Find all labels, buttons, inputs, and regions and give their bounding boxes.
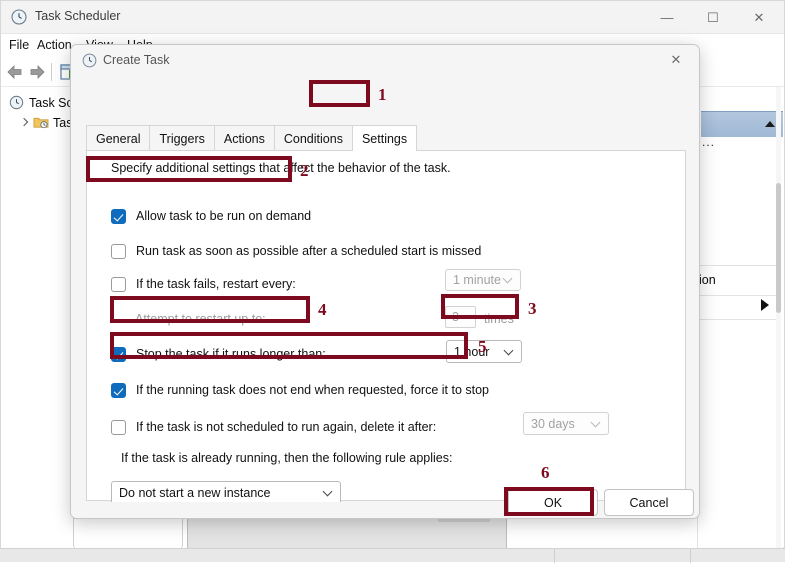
actions-panel-ellipsis: ... [702, 135, 716, 149]
settings-description: Specify additional settings that affect … [111, 161, 451, 175]
force-stop-label: If the running task does not end when re… [136, 383, 490, 397]
delete-after-label: If the task is not scheduled to run agai… [136, 420, 437, 434]
allow-on-demand-row[interactable]: Allow task to be run on demand [111, 207, 311, 225]
caret-right-icon[interactable] [761, 299, 769, 311]
clock-icon [9, 95, 24, 110]
force-stop-row[interactable]: If the running task does not end when re… [111, 381, 489, 399]
restart-on-failure-label: If the task fails, restart every: [136, 277, 296, 291]
chevron-down-icon [324, 488, 331, 495]
clock-icon [82, 53, 97, 68]
chevron-down-icon [504, 275, 511, 282]
restart-interval-value: 1 minute [453, 273, 501, 287]
settings-tab-page: Specify additional settings that affect … [86, 151, 686, 505]
cancel-button[interactable]: Cancel [604, 489, 694, 516]
restart-interval-combo[interactable]: 1 minute [445, 269, 521, 291]
stop-task-longer-than-row[interactable]: Stop the task if it runs longer than: [111, 345, 326, 363]
menu-item-file[interactable]: File [9, 38, 29, 52]
forward-arrow-icon[interactable] [27, 62, 47, 82]
force-stop-checkbox[interactable] [111, 382, 126, 398]
stop-task-longer-than-checkbox[interactable] [111, 346, 126, 362]
times-label: times [484, 312, 514, 326]
delete-after-checkbox[interactable] [111, 419, 126, 435]
chevron-right-icon[interactable] [19, 118, 29, 128]
actions-panel-header[interactable] [701, 111, 783, 137]
close-icon: ✕ [670, 52, 682, 67]
dialog-close-button[interactable]: ✕ [655, 45, 697, 75]
run-asap-row[interactable]: Run task as soon as possible after a sch… [111, 242, 481, 260]
annotation-number-6: 6 [541, 463, 550, 482]
restart-count-value: 3 [452, 310, 459, 324]
main-window-title: Task Scheduler [35, 9, 121, 23]
back-arrow-icon[interactable] [5, 62, 25, 82]
restart-on-failure-checkbox[interactable] [111, 276, 126, 292]
dialog-tab-strip: General Triggers Actions Conditions Sett… [86, 125, 418, 151]
restart-on-failure-row[interactable]: If the task fails, restart every: [111, 275, 296, 293]
close-button[interactable]: ✕ [736, 1, 782, 33]
delete-after-duration-value: 30 days [531, 416, 575, 431]
chevron-down-icon [592, 419, 599, 426]
main-window-titlebar: Task Scheduler — ☐ ✕ [1, 1, 784, 34]
close-icon: ✕ [753, 9, 765, 25]
annotation-number-2: 2 [300, 161, 309, 180]
folder-clock-icon [33, 117, 49, 129]
minimize-icon: — [660, 9, 674, 25]
delete-after-row[interactable]: If the task is not scheduled to run agai… [111, 418, 436, 436]
desktop-bottom-strip [0, 548, 785, 563]
run-asap-checkbox[interactable] [111, 243, 126, 259]
instance-rule-label: If the task is already running, then the… [121, 451, 453, 465]
allow-on-demand-label: Allow task to be run on demand [136, 209, 312, 223]
actions-panel-scroll-thumb[interactable] [776, 183, 781, 313]
menu-item-action[interactable]: Action [37, 38, 72, 52]
delete-after-duration-combo[interactable]: 30 days [523, 412, 609, 435]
dialog-title: Create Task [103, 53, 170, 67]
actions-panel: ... ion [697, 87, 783, 549]
strip-divider [690, 549, 691, 563]
background-window-fragment [73, 518, 183, 549]
restart-count-field[interactable]: 3 [445, 306, 476, 328]
background-window-fragment [187, 518, 507, 549]
instance-rule-value: Do not start a new instance [119, 486, 271, 500]
chevron-down-icon [505, 347, 512, 354]
clock-icon [11, 9, 27, 25]
create-task-dialog: Create Task ✕ General Triggers Actions C… [70, 44, 700, 519]
tab-triggers[interactable]: Triggers [150, 125, 215, 151]
annotation-number-4: 4 [318, 300, 327, 319]
actions-panel-item-label[interactable]: ion [699, 273, 716, 287]
run-asap-label: Run task as soon as possible after a sch… [136, 244, 482, 258]
strip-divider [554, 549, 555, 563]
actions-panel-divider [700, 319, 780, 320]
tab-settings[interactable]: Settings [352, 125, 418, 151]
tab-general[interactable]: General [86, 125, 151, 151]
ok-button[interactable]: OK [508, 489, 598, 516]
annotation-number-5: 5 [478, 337, 487, 356]
dialog-titlebar: Create Task ✕ [71, 45, 699, 76]
stop-task-longer-than-label: Stop the task if it runs longer than: [136, 347, 326, 361]
annotation-number-1: 1 [378, 85, 387, 104]
allow-on-demand-checkbox[interactable] [111, 208, 126, 224]
annotation-number-3: 3 [528, 299, 537, 318]
minimize-button[interactable]: — [644, 1, 690, 33]
actions-panel-divider [700, 295, 780, 296]
actions-panel-scrollbar[interactable] [776, 87, 781, 549]
actions-panel-divider [700, 265, 780, 266]
maximize-icon: ☐ [707, 9, 719, 25]
tab-conditions[interactable]: Conditions [274, 125, 353, 151]
toolbar-divider [51, 63, 52, 81]
maximize-button[interactable]: ☐ [690, 1, 736, 33]
attempt-restart-label: Attempt to restart up to: [135, 312, 266, 326]
caret-up-icon[interactable] [765, 121, 775, 127]
tab-actions[interactable]: Actions [214, 125, 275, 151]
